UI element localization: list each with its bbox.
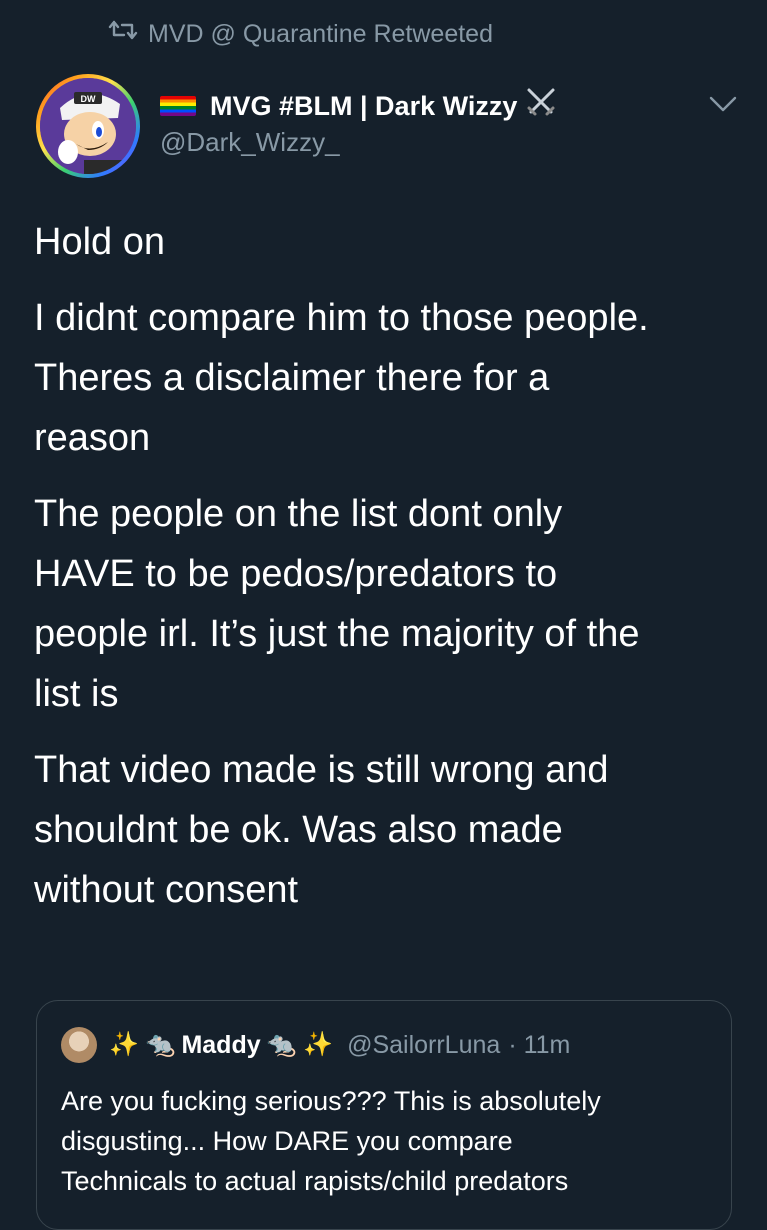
retweet-indicator[interactable]: MVD @ Quarantine Retweeted	[108, 18, 493, 49]
author-name-row[interactable]: MVG #BLM | Dark Wizzy	[160, 86, 557, 126]
tweet-paragraph: Hold on	[34, 221, 165, 263]
tweet-paragraph: That video made is still wrong and shoul…	[34, 749, 609, 911]
quoted-name-prefix: ✨ 🐀	[109, 1031, 176, 1058]
retweet-icon	[108, 18, 138, 49]
tweet-paragraph: The people on the list dont only HAVE to…	[34, 493, 640, 715]
quoted-author-avatar[interactable]	[61, 1027, 97, 1063]
retweet-label: MVD @ Quarantine Retweeted	[148, 19, 493, 48]
svg-text:DW: DW	[81, 94, 96, 104]
quoted-tweet-header: ✨ 🐀 Maddy 🐀 ✨ @SailorrLuna · 11m	[61, 1027, 570, 1063]
quoted-author-name[interactable]: Maddy	[181, 1029, 260, 1061]
quoted-name-suffix: 🐀 ✨	[266, 1031, 334, 1058]
quoted-tweet-text: Are you fucking serious??? This is absol…	[61, 1086, 601, 1196]
author-display-name: MVG #BLM | Dark Wizzy	[210, 91, 518, 121]
quoted-tweet[interactable]: ✨ 🐀 Maddy 🐀 ✨ @SailorrLuna · 11m Are you…	[36, 1000, 732, 1230]
tweet-text: Hold on I didnt compare him to those peo…	[34, 212, 734, 936]
quoted-timestamp[interactable]: · 11m	[508, 1029, 570, 1061]
quoted-author-handle[interactable]: @SailorrLuna	[347, 1029, 500, 1061]
tweet-paragraph: I didnt compare him to those people. The…	[34, 297, 649, 459]
crossed-swords-icon	[525, 86, 557, 126]
rainbow-flag-icon	[160, 96, 196, 116]
author-handle[interactable]: @Dark_Wizzy_	[160, 126, 340, 158]
chevron-down-icon[interactable]	[708, 94, 738, 114]
author-avatar[interactable]: DW	[36, 74, 140, 178]
